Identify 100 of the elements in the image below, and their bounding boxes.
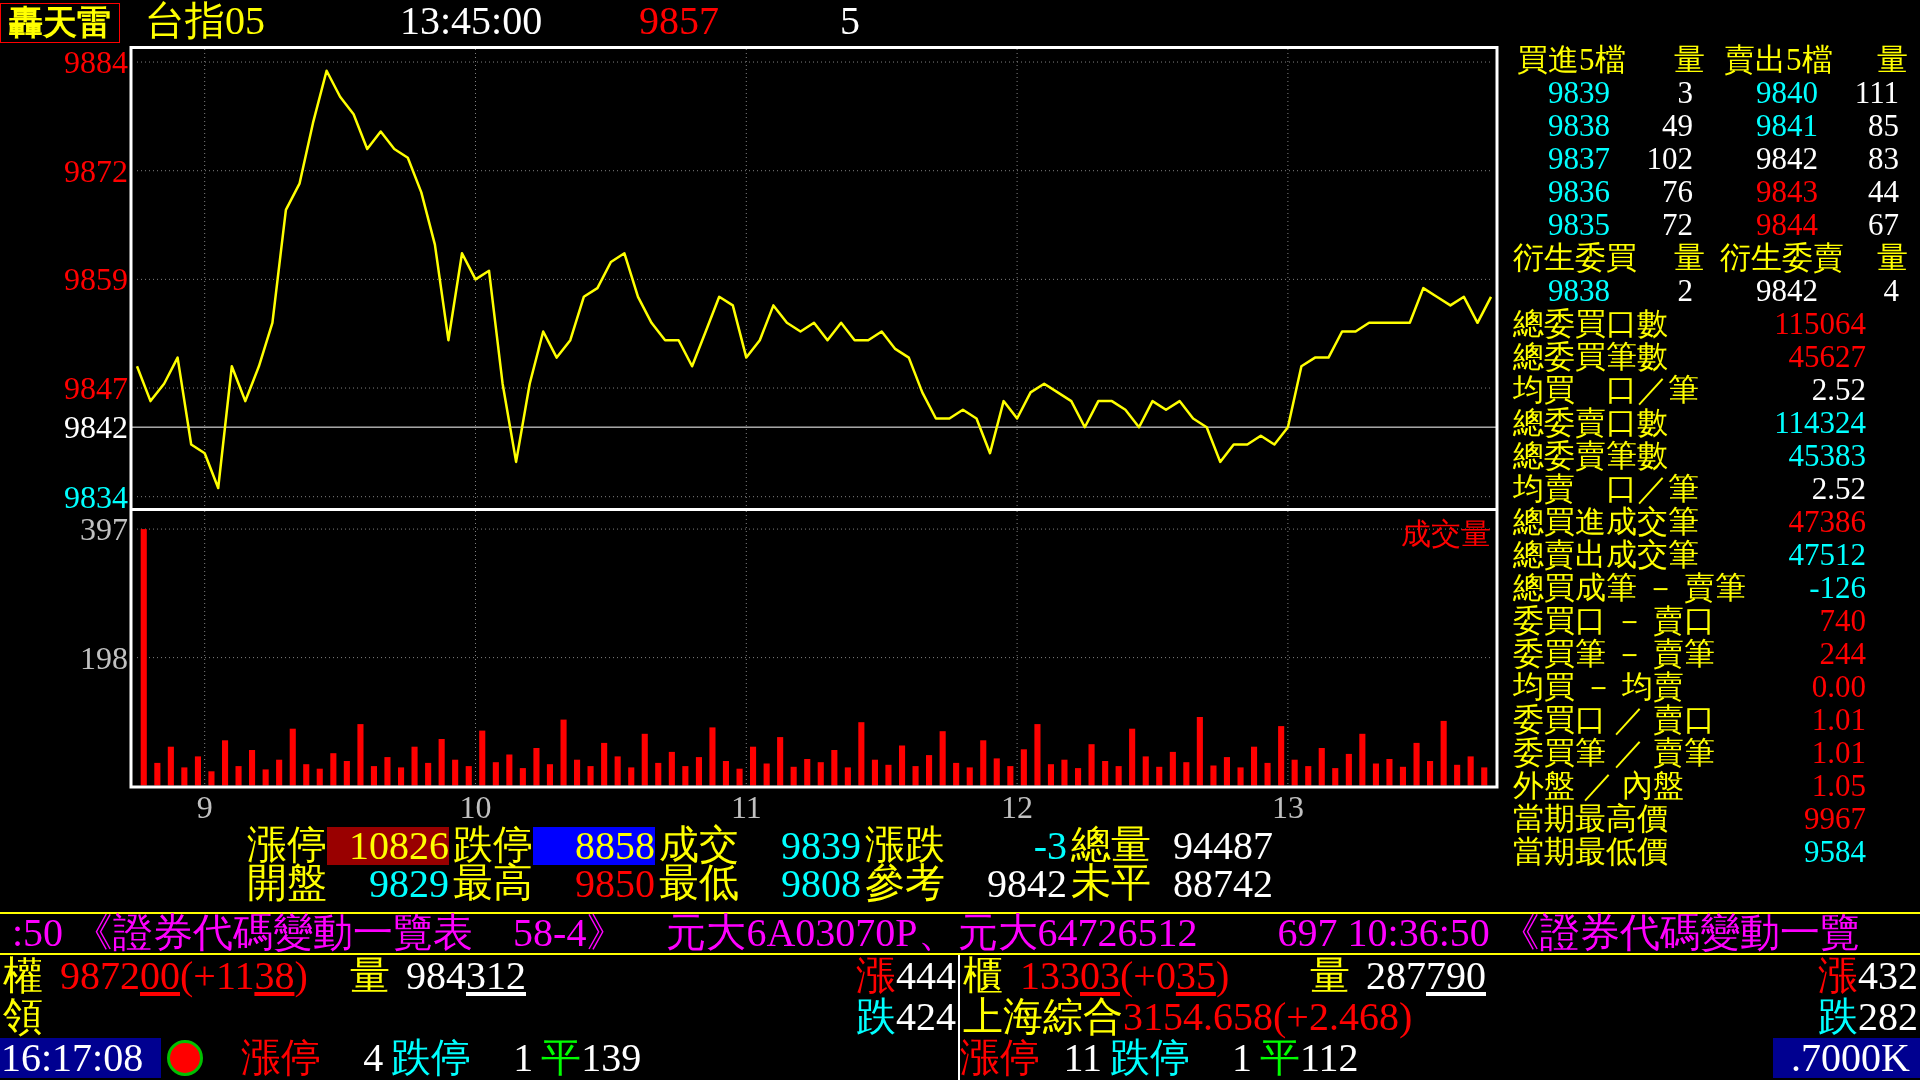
stat-value: 115064 bbox=[1774, 306, 1866, 341]
bid-quantity: 49 bbox=[1662, 108, 1693, 143]
stat-label: 外盤 ／ 內盤 bbox=[1513, 768, 1684, 803]
stat-value: 2.52 bbox=[1811, 471, 1866, 506]
ask-price: 9844 bbox=[1756, 207, 1818, 242]
y-axis-label: 9872 bbox=[64, 152, 128, 189]
field-label: 總量 bbox=[1071, 826, 1151, 864]
index-value: 987200(+1138) bbox=[60, 952, 308, 998]
stat-label: 均賣 口／筆 bbox=[1513, 471, 1699, 506]
advances-label: 漲 bbox=[856, 955, 896, 996]
ask-price: 9842 bbox=[1756, 273, 1818, 308]
bid-price: 9835 bbox=[1548, 207, 1610, 242]
stat-label: 當期最低價 bbox=[1513, 834, 1668, 869]
market-name: 領 bbox=[2, 996, 43, 1037]
declines-label: 跌 bbox=[1818, 996, 1858, 1037]
ask-price: 9843 bbox=[1756, 174, 1818, 209]
limit-up-label: 漲停 bbox=[960, 1037, 1040, 1078]
stat-label: 總委買筆數 bbox=[1513, 339, 1668, 374]
bid-price: 9838 bbox=[1548, 273, 1610, 308]
stat-value: 1.01 bbox=[1811, 702, 1866, 737]
advances-count: 444 bbox=[896, 955, 956, 996]
bid-quantity: 102 bbox=[1646, 141, 1693, 176]
bid-price: 9838 bbox=[1548, 108, 1610, 143]
field-value: 88742 bbox=[1173, 864, 1273, 903]
column-header: 量 bbox=[1877, 42, 1908, 77]
reference-price-label: 9842 bbox=[64, 409, 128, 446]
field-value: 9808 bbox=[781, 864, 861, 903]
bid-price: 9837 bbox=[1548, 141, 1610, 176]
unchanged-label: 平 bbox=[541, 1037, 582, 1078]
y-axis-label: 397 bbox=[80, 511, 128, 548]
stat-value: 1.05 bbox=[1811, 768, 1866, 803]
stat-label: 委買筆 － 賣筆 bbox=[1513, 636, 1715, 671]
ask-price: 9841 bbox=[1756, 108, 1818, 143]
advances-count: 432 bbox=[1858, 955, 1918, 996]
unchanged-count: 139 bbox=[581, 1037, 642, 1078]
limit-down-label: 跌停 bbox=[391, 1037, 472, 1078]
index-value: 13303(+035) bbox=[1020, 952, 1230, 998]
column-header: 量 bbox=[1674, 42, 1705, 77]
field-label: 漲停 bbox=[247, 826, 327, 864]
app-logo: 轟天雷 bbox=[0, 3, 120, 43]
field-label: 最低 bbox=[659, 864, 739, 902]
unit-badge: .7000K bbox=[1773, 1037, 1920, 1078]
column-header: 衍生委賣 bbox=[1720, 240, 1844, 275]
stat-value: 9584 bbox=[1804, 834, 1866, 869]
stat-label: 當期最高價 bbox=[1513, 801, 1668, 836]
volume-label: 量 bbox=[1310, 952, 1350, 998]
stat-value: 9967 bbox=[1804, 801, 1866, 836]
field-label: 開盤 bbox=[247, 864, 327, 902]
bid-price: 9836 bbox=[1548, 174, 1610, 209]
stat-label: 總委賣筆數 bbox=[1513, 438, 1668, 473]
index-name: 權 bbox=[3, 952, 43, 998]
field-value: 10826 bbox=[327, 826, 449, 865]
status-dot-icon bbox=[167, 1039, 204, 1076]
column-header: 量 bbox=[1877, 240, 1908, 275]
news-ticker: :50 《證券代碼變動一覽表 58-4》 元大6A03070P、元大64726512 697 10:36:50 《證券代碼變動一覽 bbox=[12, 910, 1860, 955]
stat-value: 2.52 bbox=[1811, 372, 1866, 407]
stat-value: 740 bbox=[1819, 603, 1866, 638]
volume-value: 287790 bbox=[1366, 952, 1486, 998]
declines-count: 282 bbox=[1858, 996, 1918, 1037]
y-axis-label: 9884 bbox=[64, 44, 128, 81]
limit-down-count: 1 bbox=[1232, 1034, 1252, 1080]
stat-label: 總委買口數 bbox=[1513, 306, 1668, 341]
ask-quantity: 85 bbox=[1868, 108, 1899, 143]
limit-down-label: 跌停 bbox=[1110, 1037, 1190, 1078]
unchanged-count: 112 bbox=[1300, 1037, 1359, 1078]
column-header: 量 bbox=[1674, 240, 1705, 275]
quote-time: 13:45:00 bbox=[400, 0, 543, 43]
symbol-name: 台指05 bbox=[145, 0, 265, 43]
x-axis-label: 12 bbox=[1001, 789, 1034, 825]
x-axis-label: 13 bbox=[1271, 789, 1304, 825]
ask-quantity: 4 bbox=[1883, 273, 1899, 308]
stat-value: -126 bbox=[1809, 570, 1866, 605]
field-value: 9842 bbox=[987, 864, 1067, 903]
column-header: 買進5檔 bbox=[1517, 42, 1626, 77]
ask-quantity: 111 bbox=[1854, 75, 1899, 110]
stat-value: 47386 bbox=[1788, 504, 1866, 539]
field-value: 94487 bbox=[1173, 826, 1273, 865]
market-name: 上海綜合 bbox=[962, 996, 1123, 1037]
unchanged-label: 平 bbox=[1260, 1037, 1300, 1078]
field-value: 8858 bbox=[533, 826, 655, 865]
y-axis-label: 198 bbox=[80, 639, 128, 676]
limit-up-label: 漲停 bbox=[241, 1037, 322, 1078]
advances-label: 漲 bbox=[1818, 955, 1858, 996]
field-value: -3 bbox=[1033, 826, 1067, 865]
stat-label: 均買 口／筆 bbox=[1513, 372, 1699, 407]
bid-price: 9839 bbox=[1548, 75, 1610, 110]
stat-value: 47512 bbox=[1788, 537, 1866, 572]
declines-label: 跌 bbox=[856, 996, 896, 1037]
x-axis-label: 10 bbox=[459, 789, 492, 825]
stat-label: 委買口 － 賣口 bbox=[1513, 603, 1715, 638]
ask-quantity: 83 bbox=[1868, 141, 1899, 176]
field-label: 未平 bbox=[1071, 864, 1151, 902]
last-price: 9857 bbox=[639, 0, 719, 43]
column-header: 衍生委買 bbox=[1513, 240, 1637, 275]
field-label: 跌停 bbox=[453, 826, 533, 864]
volume-label: 量 bbox=[350, 952, 390, 998]
field-label: 漲跌 bbox=[865, 826, 945, 864]
clock-time: 16:17:08 bbox=[0, 1037, 162, 1078]
x-axis-label: 9 bbox=[196, 789, 213, 825]
ask-price: 9840 bbox=[1756, 75, 1818, 110]
